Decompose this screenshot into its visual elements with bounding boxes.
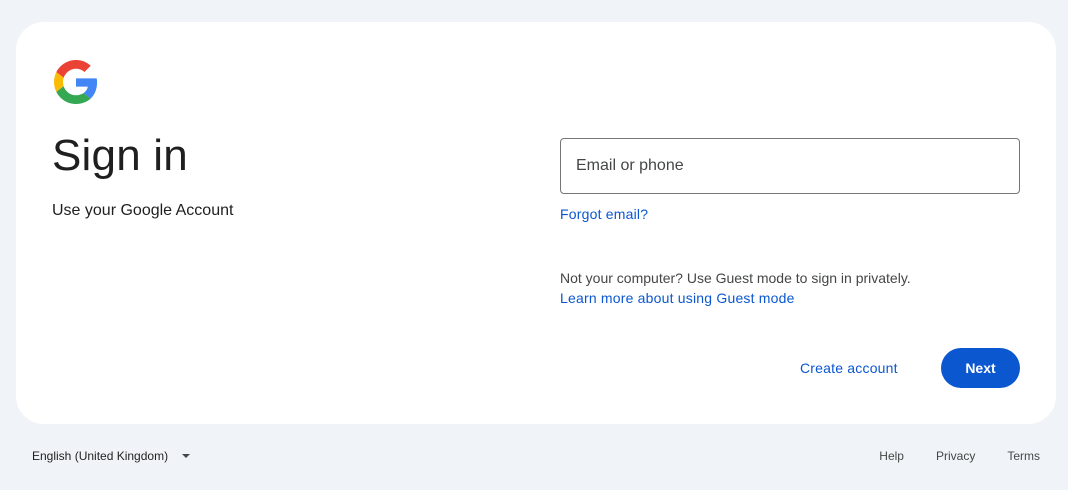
page-subtitle: Use your Google Account [52, 202, 234, 219]
guest-mode-notice: Not your computer? Use Guest mode to sig… [560, 270, 911, 286]
email-field-container [560, 138, 1020, 194]
forgot-email-link[interactable]: Forgot email? [560, 204, 648, 224]
language-label: English (United Kingdom) [32, 449, 169, 463]
guest-mode-learn-more-link[interactable]: Learn more about using Guest mode [560, 288, 795, 308]
dropdown-caret-icon [182, 454, 191, 458]
google-logo-icon [54, 60, 98, 104]
footer-privacy-link[interactable]: Privacy [924, 449, 987, 463]
language-selector[interactable]: English (United Kingdom) [24, 440, 198, 472]
footer-help-link[interactable]: Help [867, 449, 916, 463]
create-account-button[interactable]: Create account [784, 348, 914, 388]
next-button[interactable]: Next [941, 348, 1020, 388]
page: Sign in Use your Google Account Forgot e… [0, 0, 1068, 490]
google-g-icon [54, 60, 98, 104]
email-or-phone-input[interactable] [561, 139, 1019, 193]
sign-in-card: Sign in Use your Google Account Forgot e… [16, 22, 1056, 424]
footer-terms-link[interactable]: Terms [995, 449, 1052, 463]
page-title: Sign in [52, 131, 188, 180]
footer-links: Help Privacy Terms [859, 440, 1052, 472]
